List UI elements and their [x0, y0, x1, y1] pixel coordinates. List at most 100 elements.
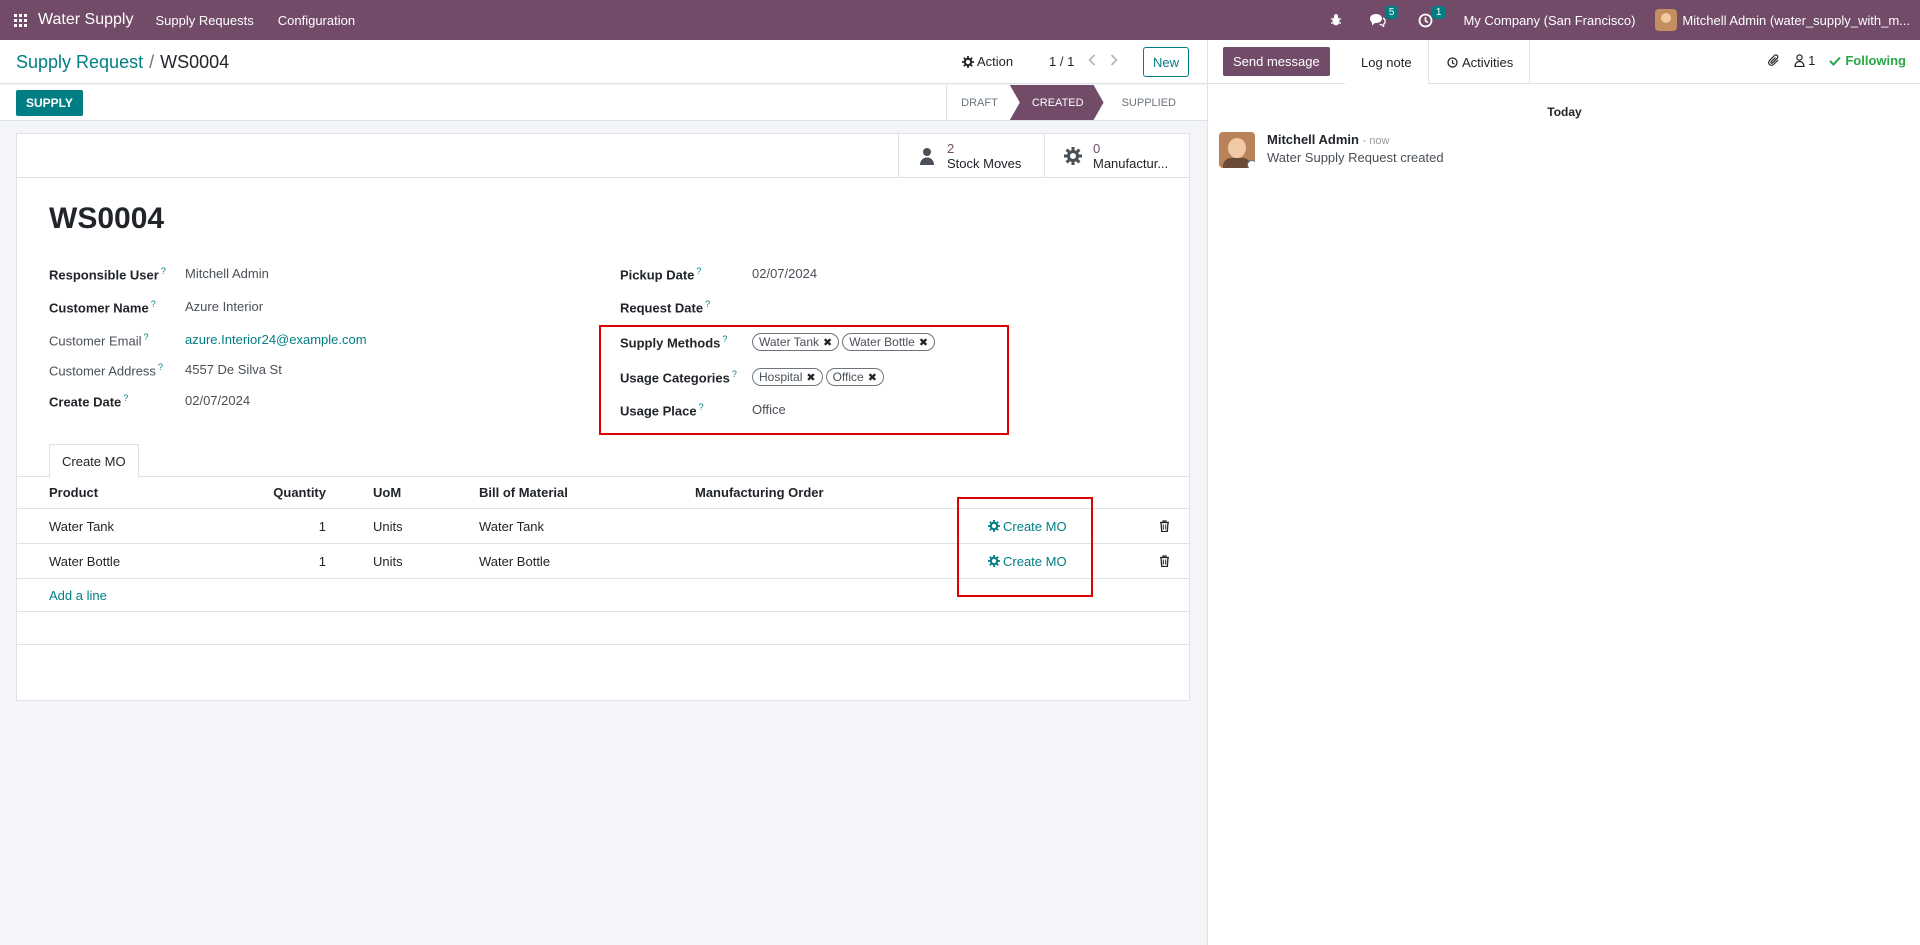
customer-name-field[interactable]: Azure Interior	[185, 299, 263, 315]
paperclip-icon[interactable]	[1767, 53, 1780, 68]
create-date-label: Create Date?	[49, 393, 129, 410]
followers-button[interactable]: 1	[1794, 53, 1815, 68]
help-tooltip-icon[interactable]: ?	[151, 299, 156, 309]
notebook-tabs: Create MO	[17, 443, 1189, 478]
stock-moves-count: 2	[947, 140, 955, 156]
request-date-field[interactable]	[752, 299, 952, 315]
request-date-label: Request Date?	[620, 299, 711, 316]
user-menu[interactable]: Mitchell Admin (water_supply_with_m...	[1655, 9, 1910, 31]
header-quantity[interactable]: Quantity	[247, 477, 326, 508]
responsible-user-field[interactable]: Mitchell Admin	[185, 266, 269, 282]
breadcrumb: Supply Request / WS0004	[16, 52, 229, 73]
help-tooltip-icon[interactable]: ?	[696, 266, 701, 276]
check-icon	[1829, 56, 1842, 66]
record-title: WS0004	[49, 202, 165, 235]
truck-icon	[913, 147, 941, 165]
apps-menu-icon[interactable]	[0, 0, 40, 40]
header-bill-of-material[interactable]: Bill of Material	[479, 477, 568, 508]
cell-product[interactable]: Water Tank	[49, 509, 114, 543]
messages-icon[interactable]: 5	[1369, 6, 1399, 27]
stock-moves-label: Stock Moves	[947, 155, 1022, 171]
form-statusbar: SUPPLY DRAFT CREATED SUPPLIED	[0, 85, 1207, 121]
header-manufacturing-order[interactable]: Manufacturing Order	[695, 477, 824, 508]
add-a-line-link[interactable]: Add a line	[49, 588, 107, 603]
followers-count: 1	[1808, 53, 1816, 68]
breadcrumb-separator: /	[149, 52, 155, 72]
activities-label: Activities	[1462, 54, 1514, 70]
header-uom[interactable]: UoM	[373, 477, 401, 508]
message-time: - now	[1362, 135, 1390, 147]
control-panel: Supply Request / WS0004 Action 1 / 1 New	[0, 40, 1207, 84]
customer-email-field[interactable]: azure.Interior24@example.com	[185, 332, 367, 348]
activities-button[interactable]: Activities	[1431, 40, 1531, 84]
cell-bom[interactable]: Water Bottle	[479, 544, 550, 578]
delete-row-trash-icon[interactable]	[1159, 520, 1170, 532]
cell-quantity[interactable]: 1	[247, 509, 326, 543]
stage-supplied[interactable]: SUPPLIED	[1104, 85, 1190, 120]
user-avatar	[1655, 9, 1678, 31]
app-name[interactable]: Water Supply	[38, 11, 133, 29]
messages-badge: 5	[1384, 6, 1399, 19]
manufacturing-label: Manufactur...	[1093, 155, 1169, 171]
help-tooltip-icon[interactable]: ?	[705, 299, 710, 309]
smart-button-box: 2 Stock Moves 0 Manufactur...	[17, 134, 1189, 178]
stage-pipeline: DRAFT CREATED SUPPLIED	[946, 85, 1190, 120]
send-message-button[interactable]: Send message	[1223, 47, 1330, 76]
cell-product[interactable]: Water Bottle	[49, 544, 120, 578]
action-label: Action	[977, 54, 1014, 69]
create-date-field[interactable]: 02/07/2024	[185, 393, 250, 409]
customer-address-field[interactable]: 4557 De Silva St	[185, 362, 282, 378]
pickup-date-field[interactable]: 02/07/2024	[752, 266, 817, 282]
help-tooltip-icon[interactable]: ?	[161, 266, 166, 276]
chatter-panel: Send message Log note Activities 1 Follo…	[1207, 40, 1920, 945]
message-body: Water Supply Request created	[1267, 150, 1444, 165]
cell-uom[interactable]: Units	[373, 544, 403, 578]
stage-created[interactable]: CREATED	[1010, 85, 1104, 120]
following-button[interactable]: Following	[1829, 53, 1906, 68]
tab-create-mo[interactable]: Create MO	[49, 444, 139, 478]
help-tooltip-icon[interactable]: ?	[143, 332, 148, 342]
chatter-topbar: Send message Log note Activities 1 Follo…	[1208, 40, 1920, 84]
stage-draft[interactable]: DRAFT	[946, 85, 1012, 120]
customer-email-label: Customer Email?	[49, 332, 149, 349]
cell-bom[interactable]: Water Tank	[479, 509, 544, 543]
activities-badge: 1	[1431, 5, 1446, 19]
menu-configuration[interactable]: Configuration	[278, 13, 355, 28]
stock-moves-button[interactable]: 2 Stock Moves	[898, 134, 1044, 178]
debug-bug-icon[interactable]	[1329, 13, 1343, 27]
gear-icon	[962, 55, 974, 68]
pager-previous-icon[interactable]	[1086, 52, 1098, 68]
highlight-box-create-mo	[957, 497, 1093, 597]
user-name: Mitchell Admin (water_supply_with_m...	[1682, 12, 1910, 28]
pager-next-icon[interactable]	[1108, 52, 1120, 68]
activities-clock-icon[interactable]: 1	[1418, 5, 1446, 28]
top-navbar: Water Supply Supply Requests Configurati…	[0, 0, 1920, 40]
clock-icon	[1447, 56, 1458, 68]
breadcrumb-current: WS0004	[160, 52, 230, 72]
breadcrumb-supply-request[interactable]: Supply Request	[16, 52, 143, 72]
author-avatar[interactable]	[1219, 132, 1255, 168]
new-record-button[interactable]: New	[1143, 47, 1189, 77]
customer-address-label: Customer Address?	[49, 362, 163, 379]
cell-uom[interactable]: Units	[373, 509, 403, 543]
delete-row-trash-icon[interactable]	[1159, 555, 1170, 567]
manufacturing-count: 0	[1093, 140, 1101, 156]
supply-button[interactable]: SUPPLY	[16, 90, 83, 116]
highlight-box-fields	[599, 325, 1009, 435]
following-label: Following	[1845, 53, 1906, 68]
log-note-button[interactable]: Log note	[1345, 40, 1429, 84]
menu-supply-requests[interactable]: Supply Requests	[155, 13, 253, 28]
company-switcher[interactable]: My Company (San Francisco)	[1463, 13, 1635, 28]
cogs-icon	[1059, 146, 1087, 166]
help-tooltip-icon[interactable]: ?	[123, 393, 128, 403]
cell-quantity[interactable]: 1	[247, 544, 326, 578]
pickup-date-label: Pickup Date?	[620, 266, 702, 283]
customer-name-label: Customer Name?	[49, 299, 156, 316]
header-product[interactable]: Product	[49, 477, 98, 508]
action-menu-button[interactable]: Action	[962, 54, 1013, 69]
pager-value[interactable]: 1 / 1	[1049, 54, 1074, 69]
message-author[interactable]: Mitchell Admin	[1267, 132, 1359, 147]
manufacturing-button[interactable]: 0 Manufactur...	[1044, 134, 1189, 178]
responsible-user-label: Responsible User?	[49, 266, 166, 283]
help-tooltip-icon[interactable]: ?	[158, 362, 163, 372]
